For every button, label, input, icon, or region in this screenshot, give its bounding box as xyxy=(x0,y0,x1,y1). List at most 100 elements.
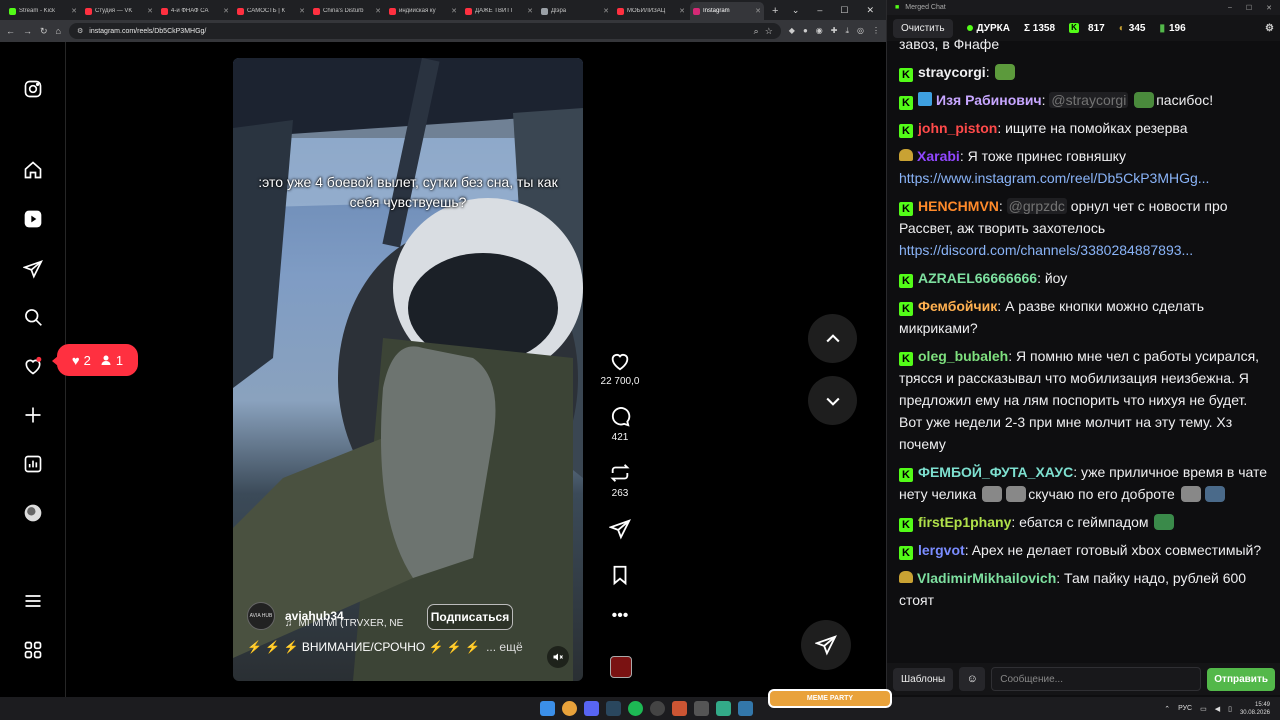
more-options-action[interactable]: ••• xyxy=(598,608,642,624)
extension-icon[interactable]: ◉ xyxy=(816,26,823,36)
bookmark-star-icon[interactable]: ☆ xyxy=(765,26,773,37)
maximize-button[interactable]: ☐ xyxy=(840,5,848,16)
tab-close-icon[interactable]: ✕ xyxy=(679,7,685,15)
browser-tab[interactable]: индийская ку ✕ xyxy=(386,2,460,20)
browser-tab[interactable]: САМОСТЬ | К ✕ xyxy=(234,2,308,20)
chevron-up-icon[interactable]: ⌃ xyxy=(1164,705,1170,713)
chrome-icon[interactable] xyxy=(562,701,577,716)
previous-reel-button[interactable] xyxy=(808,314,857,363)
address-bar[interactable]: ⚙ instagram.com/reels/Db5CkP3MHGg/ ⌕ ☆ xyxy=(68,23,781,39)
like-action[interactable]: 22 700,0 xyxy=(598,350,642,387)
extension-icon[interactable]: ● xyxy=(803,26,808,36)
chat-username[interactable]: john_piston xyxy=(918,120,997,136)
extension-icon[interactable]: ◆ xyxy=(789,26,795,36)
obs-icon[interactable] xyxy=(650,701,665,716)
save-action[interactable] xyxy=(598,564,642,586)
browser-tab[interactable]: Stream - Kick ✕ xyxy=(6,2,80,20)
home-icon[interactable] xyxy=(22,159,44,181)
tab-close-icon[interactable]: ✕ xyxy=(603,7,609,15)
templates-button[interactable]: Шаблоны xyxy=(893,667,954,691)
reel-description[interactable]: ⚡ ⚡ ⚡ ВНИМАНИЕ/СРОЧНО ⚡ ⚡ ⚡ ... ещё xyxy=(247,640,523,654)
chat-link[interactable]: https://www.instagram.com/reel/Db5CkP3MH… xyxy=(899,170,1209,186)
steam-icon[interactable] xyxy=(606,701,621,716)
app-icon[interactable] xyxy=(738,701,753,716)
chevron-down-icon[interactable]: ⌄ xyxy=(792,5,800,16)
minimize-button[interactable]: – xyxy=(1228,4,1232,12)
send-button[interactable]: Отправить xyxy=(1207,667,1275,691)
create-plus-icon[interactable] xyxy=(22,404,44,426)
maximize-button[interactable]: ☐ xyxy=(1246,4,1252,12)
browser-tab[interactable]: МОБИЛИЗАЦ ✕ xyxy=(614,2,688,20)
volume-icon[interactable]: ◀ xyxy=(1215,705,1220,713)
share-icon[interactable] xyxy=(609,518,631,540)
more-dots-icon[interactable]: ••• xyxy=(612,608,629,624)
zoom-icon[interactable]: ⌕ xyxy=(754,26,759,37)
tab-close-icon[interactable]: ✕ xyxy=(223,7,229,15)
settings-gear-icon[interactable]: ⚙ xyxy=(1265,23,1274,34)
language-indicator[interactable]: РУС xyxy=(1178,705,1192,712)
close-window-button[interactable]: ✕ xyxy=(866,5,874,16)
chat-username[interactable]: Xarabi xyxy=(917,148,960,164)
message-input[interactable] xyxy=(991,667,1202,691)
chat-username[interactable]: lergvot xyxy=(918,542,965,558)
repost-icon[interactable] xyxy=(609,462,631,484)
browser-tab[interactable]: China's Disturb ✕ xyxy=(310,2,384,20)
chat-username[interactable]: AZRAEL66666666 xyxy=(918,270,1037,286)
comment-icon[interactable] xyxy=(609,406,631,428)
tab-close-icon[interactable]: ✕ xyxy=(755,7,761,15)
chat-link[interactable]: https://discord.com/channels/33802848878… xyxy=(899,242,1193,258)
download-icon[interactable]: ⤓ xyxy=(845,26,849,36)
follow-button[interactable]: Подписаться xyxy=(427,604,513,630)
discord-icon[interactable] xyxy=(584,701,599,716)
app-icon[interactable] xyxy=(672,701,687,716)
browser-tab[interactable]: Дlэра ✕ xyxy=(538,2,612,20)
chat-username[interactable]: straycorgi xyxy=(918,64,986,80)
new-tab-button[interactable]: + xyxy=(766,2,784,20)
minimize-button[interactable]: – xyxy=(817,5,822,15)
instagram-logo-icon[interactable] xyxy=(22,78,44,100)
chat-message-list[interactable]: завоз, в Фнафе Kstraycorgi: K Изя Рабинов… xyxy=(887,33,1280,663)
also-from-meta-icon[interactable] xyxy=(22,639,44,661)
tab-close-icon[interactable]: ✕ xyxy=(527,7,533,15)
notifications-popover[interactable]: ♥ 2 1 xyxy=(52,344,138,376)
messages-fab[interactable] xyxy=(801,620,851,670)
home-icon[interactable]: ⌂ xyxy=(56,26,61,36)
reload-icon[interactable]: ↻ xyxy=(40,26,48,37)
chat-username[interactable]: HENCHMVN xyxy=(918,198,999,214)
heart-icon[interactable] xyxy=(609,350,631,372)
tab-close-icon[interactable]: ✕ xyxy=(71,7,77,15)
music-line[interactable]: ♫ MI MI MI (TRVXER, NE xyxy=(285,618,403,629)
site-info-icon[interactable]: ⚙ xyxy=(77,27,83,35)
menu-kebab-icon[interactable]: ⋮ xyxy=(872,26,880,36)
audio-thumbnail[interactable] xyxy=(610,656,632,678)
bookmark-icon[interactable] xyxy=(609,564,631,586)
start-windows-icon[interactable] xyxy=(540,701,555,716)
more-menu-icon[interactable] xyxy=(22,590,44,612)
browser-tab[interactable]: Instagram ✕ xyxy=(690,2,764,20)
profile-avatar[interactable] xyxy=(22,502,44,524)
chat-username[interactable]: Фембойчик xyxy=(918,298,997,314)
app-icon[interactable] xyxy=(716,701,731,716)
mute-button[interactable] xyxy=(547,646,569,668)
dashboard-icon[interactable] xyxy=(22,453,44,475)
spotify-icon[interactable] xyxy=(628,701,643,716)
browser-tab[interactable]: 4-й ФНАФ СА ✕ xyxy=(158,2,232,20)
comment-action[interactable]: 421 xyxy=(598,406,642,443)
clock[interactable]: 15:49 30.08.2026 xyxy=(1240,701,1270,717)
next-reel-button[interactable] xyxy=(808,376,857,425)
repost-action[interactable]: 263 xyxy=(598,462,642,499)
browser-tab[interactable]: ДАЖЕ ТВИТТ ✕ xyxy=(462,2,536,20)
chat-username[interactable]: oleg_bubaleh xyxy=(918,348,1008,364)
notifications-heart-icon[interactable] xyxy=(22,355,44,377)
extensions-puzzle-icon[interactable]: ✚ xyxy=(831,26,838,36)
direct-messages-icon[interactable] xyxy=(22,258,44,280)
app-icon[interactable] xyxy=(694,701,709,716)
tab-close-icon[interactable]: ✕ xyxy=(147,7,153,15)
tab-close-icon[interactable]: ✕ xyxy=(299,7,305,15)
search-icon[interactable] xyxy=(22,306,44,328)
tab-close-icon[interactable]: ✕ xyxy=(375,7,381,15)
more-link[interactable]: ... ещё xyxy=(486,640,523,654)
tab-close-icon[interactable]: ✕ xyxy=(451,7,457,15)
author-avatar[interactable]: AVIA HUB xyxy=(247,602,275,630)
share-action[interactable] xyxy=(598,518,642,540)
